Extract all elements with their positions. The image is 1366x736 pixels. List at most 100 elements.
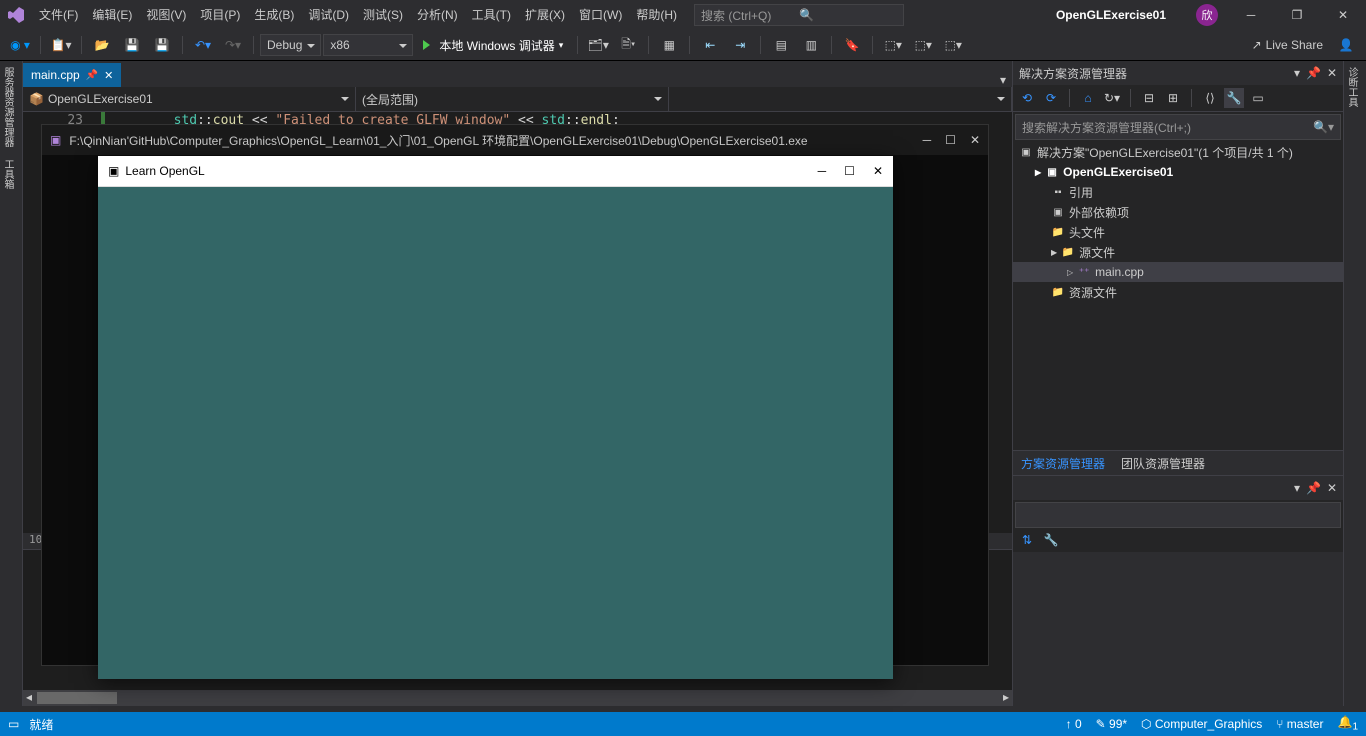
gl-minimize-icon[interactable]: ─ [818, 164, 827, 178]
opengl-titlebar[interactable]: ▣ Learn OpenGL ─ ☐ ✕ [98, 156, 893, 187]
save-button[interactable]: 💾 [118, 34, 146, 56]
panel-close-icon[interactable]: ✕ [1327, 66, 1337, 80]
prop-wrench-icon[interactable]: 🔧 [1041, 530, 1061, 550]
tool-btn-1[interactable]: 🗂▾ [584, 34, 612, 56]
project-scope-combo[interactable]: 📦 OpenGLExercise01 [23, 87, 356, 111]
panel-pin-icon[interactable]: 📌 [1306, 66, 1321, 80]
pin-icon[interactable]: 📌 [86, 70, 98, 81]
tab-dropdown-icon[interactable]: ▾ [994, 73, 1012, 87]
panel-dropdown-icon[interactable]: ▾ [1294, 66, 1300, 80]
menu-extensions[interactable]: 扩展(X) [518, 0, 572, 30]
menu-build[interactable]: 生成(B) [247, 0, 301, 30]
menu-debug[interactable]: 调试(D) [301, 0, 356, 30]
search-icon: 🔍 [799, 8, 897, 22]
tree-main-cpp[interactable]: ▷⁺⁺main.cpp [1013, 262, 1343, 282]
bookmark-button[interactable]: 🔖 [838, 34, 866, 56]
server-explorer-tab[interactable]: 服务器资源管理器 [0, 61, 15, 153]
gl-close-icon[interactable]: ✕ [873, 164, 883, 178]
prop-close-icon[interactable]: ✕ [1327, 481, 1337, 495]
diagnostics-tab[interactable]: 诊断工具 [1344, 61, 1359, 113]
close-button[interactable]: ✕ [1320, 0, 1366, 30]
tree-resources[interactable]: 📁资源文件 [1013, 282, 1343, 302]
prop-dropdown-icon[interactable]: ▾ [1294, 481, 1300, 495]
redo-button[interactable]: ↷▾ [219, 34, 247, 56]
horizontal-scrollbar[interactable]: ◂▸ [23, 690, 1012, 706]
platform-combo[interactable]: x86 [323, 34, 413, 56]
tree-references[interactable]: ▪▪引用 [1013, 182, 1343, 202]
tool-btn-2[interactable]: 🗎▾ [614, 34, 642, 56]
indent-in-button[interactable]: ⇥ [726, 34, 754, 56]
user-avatar[interactable]: 欣 [1196, 4, 1218, 26]
status-tool-icon[interactable]: ▭ [8, 717, 19, 731]
status-bar: ▭ 就绪 ↑ 0 ✎ 99* ⬡ Computer_Graphics ⑂ mas… [0, 712, 1366, 736]
indent-out-button[interactable]: ⇤ [696, 34, 724, 56]
tab-team-explorer[interactable]: 团队资源管理器 [1113, 455, 1213, 472]
push-count[interactable]: ↑ 0 [1066, 717, 1082, 731]
uncomment-button[interactable]: ▥ [797, 34, 825, 56]
function-scope-combo[interactable]: (全局范围) [356, 87, 669, 111]
se-wrench-icon[interactable]: 🔧 [1224, 88, 1244, 108]
menu-help[interactable]: 帮助(H) [629, 0, 684, 30]
tool-btn-3[interactable]: ▦ [655, 34, 683, 56]
nav-back-button[interactable]: ◉ ▾ [6, 34, 34, 56]
undo-button[interactable]: ↶▾ [189, 34, 217, 56]
tree-headers[interactable]: 📁头文件 [1013, 222, 1343, 242]
gl-maximize-icon[interactable]: ☐ [844, 164, 855, 178]
feedback-button[interactable]: 👤 [1332, 34, 1360, 56]
tree-external-deps[interactable]: ▣外部依赖项 [1013, 202, 1343, 222]
pending-changes[interactable]: ✎ 99* [1096, 717, 1127, 731]
se-fwd-icon[interactable]: ⟳ [1041, 88, 1061, 108]
repo-name[interactable]: ⬡ Computer_Graphics [1141, 717, 1262, 731]
member-scope-combo[interactable] [669, 87, 1012, 111]
menu-view[interactable]: 视图(V) [139, 0, 193, 30]
tool-btn-ext2[interactable]: ⬚▾ [909, 34, 937, 56]
opengl-viewport[interactable] [98, 187, 893, 679]
console-close-icon[interactable]: ✕ [970, 133, 980, 147]
notification-bell[interactable]: 🔔1 [1337, 715, 1358, 732]
se-home-icon[interactable]: ⌂ [1078, 88, 1098, 108]
main-menu: 文件(F) 编辑(E) 视图(V) 项目(P) 生成(B) 调试(D) 测试(S… [32, 0, 684, 30]
tree-project[interactable]: ▶▣OpenGLExercise01 [1013, 162, 1343, 182]
open-button[interactable]: 📂 [88, 34, 116, 56]
menu-project[interactable]: 项目(P) [193, 0, 247, 30]
tree-sources[interactable]: ▶📁源文件 [1013, 242, 1343, 262]
save-all-button[interactable]: 💾 [148, 34, 176, 56]
console-minimize-icon[interactable]: ─ [923, 133, 932, 147]
tab-main-cpp[interactable]: main.cpp 📌 ✕ [23, 63, 121, 87]
live-share-button[interactable]: ↗ Live Share [1249, 34, 1326, 56]
se-showall-icon[interactable]: ⊞ [1163, 88, 1183, 108]
close-tab-icon[interactable]: ✕ [104, 69, 113, 82]
menu-window[interactable]: 窗口(W) [572, 0, 629, 30]
menu-edit[interactable]: 编辑(E) [85, 0, 139, 30]
comment-button[interactable]: ▤ [767, 34, 795, 56]
menu-tools[interactable]: 工具(T) [465, 0, 518, 30]
start-debug-button[interactable]: 本地 Windows 调试器 ▾ [415, 34, 571, 56]
se-sync-icon[interactable]: ↻▾ [1102, 88, 1122, 108]
console-maximize-icon[interactable]: ☐ [945, 133, 956, 147]
properties-body[interactable] [1013, 552, 1343, 706]
global-search-input[interactable]: 搜索 (Ctrl+Q) 🔍 [694, 4, 904, 26]
se-collapse-icon[interactable]: ⊟ [1139, 88, 1159, 108]
se-properties-icon[interactable]: ⟨⟩ [1200, 88, 1220, 108]
new-button[interactable]: 📋▾ [47, 34, 75, 56]
prop-sort-icon[interactable]: ⇅ [1017, 530, 1037, 550]
se-back-icon[interactable]: ⟲ [1017, 88, 1037, 108]
se-preview-icon[interactable]: ▭ [1248, 88, 1268, 108]
minimize-button[interactable]: ─ [1228, 0, 1274, 30]
maximize-button[interactable]: ❐ [1274, 0, 1320, 30]
solution-tree[interactable]: ▣解决方案"OpenGLExercise01"(1 个项目/共 1 个) ▶▣O… [1013, 142, 1343, 450]
tool-btn-ext1[interactable]: ⬚▾ [879, 34, 907, 56]
solution-explorer-search[interactable]: 搜索解决方案资源管理器(Ctrl+;) 🔍▾ [1015, 114, 1341, 140]
prop-pin-icon[interactable]: 📌 [1306, 481, 1321, 495]
menu-analyze[interactable]: 分析(N) [410, 0, 465, 30]
menu-file[interactable]: 文件(F) [32, 0, 85, 30]
tool-btn-ext3[interactable]: ⬚▾ [939, 34, 967, 56]
menu-test[interactable]: 测试(S) [356, 0, 410, 30]
tab-solution-explorer[interactable]: 方案资源管理器 [1013, 455, 1113, 472]
console-titlebar[interactable]: ▣ F:\QinNian'GitHub\Computer_Graphics\Op… [42, 125, 988, 155]
properties-combo[interactable] [1015, 502, 1341, 528]
tree-solution-root[interactable]: ▣解决方案"OpenGLExercise01"(1 个项目/共 1 个) [1013, 142, 1343, 162]
config-combo[interactable]: Debug [260, 34, 321, 56]
branch-name[interactable]: ⑂ master [1276, 717, 1323, 731]
toolbox-tab[interactable]: 工具箱 [0, 153, 15, 195]
